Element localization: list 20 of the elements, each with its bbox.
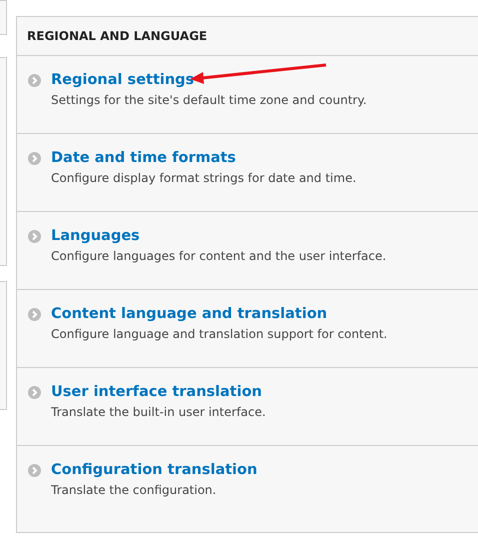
description: Configure display format strings for date and time.	[51, 170, 358, 186]
description: Translate the built-in user interface.	[51, 404, 267, 420]
chevron-circle-icon	[28, 74, 41, 86]
settings-link[interactable]: User interface translation	[51, 382, 262, 402]
settings-link[interactable]: Regional settings	[51, 70, 194, 90]
settings-link[interactable]: Date and time formats	[51, 148, 236, 168]
chevron-circle-icon	[28, 230, 41, 242]
chevron-circle-icon	[28, 386, 41, 398]
chevron-circle-icon	[28, 464, 41, 476]
description: Settings for the site's default time zone and country.	[51, 92, 368, 108]
description: Translate the configuration.	[51, 482, 218, 498]
description: Configure language and translation support for content.	[51, 326, 388, 342]
panel-heading: REGIONAL AND LANGUAGE	[17, 17, 478, 56]
chevron-circle-icon	[28, 152, 41, 164]
description: Configure languages for content and the user interface.	[51, 248, 388, 264]
chevron-circle-icon	[28, 308, 41, 320]
settings-link[interactable]: Languages	[51, 226, 140, 246]
side-panel	[0, 0, 7, 35]
settings-link[interactable]: Content language and translation	[51, 304, 328, 324]
settings-link[interactable]: Configuration translation	[51, 460, 258, 480]
